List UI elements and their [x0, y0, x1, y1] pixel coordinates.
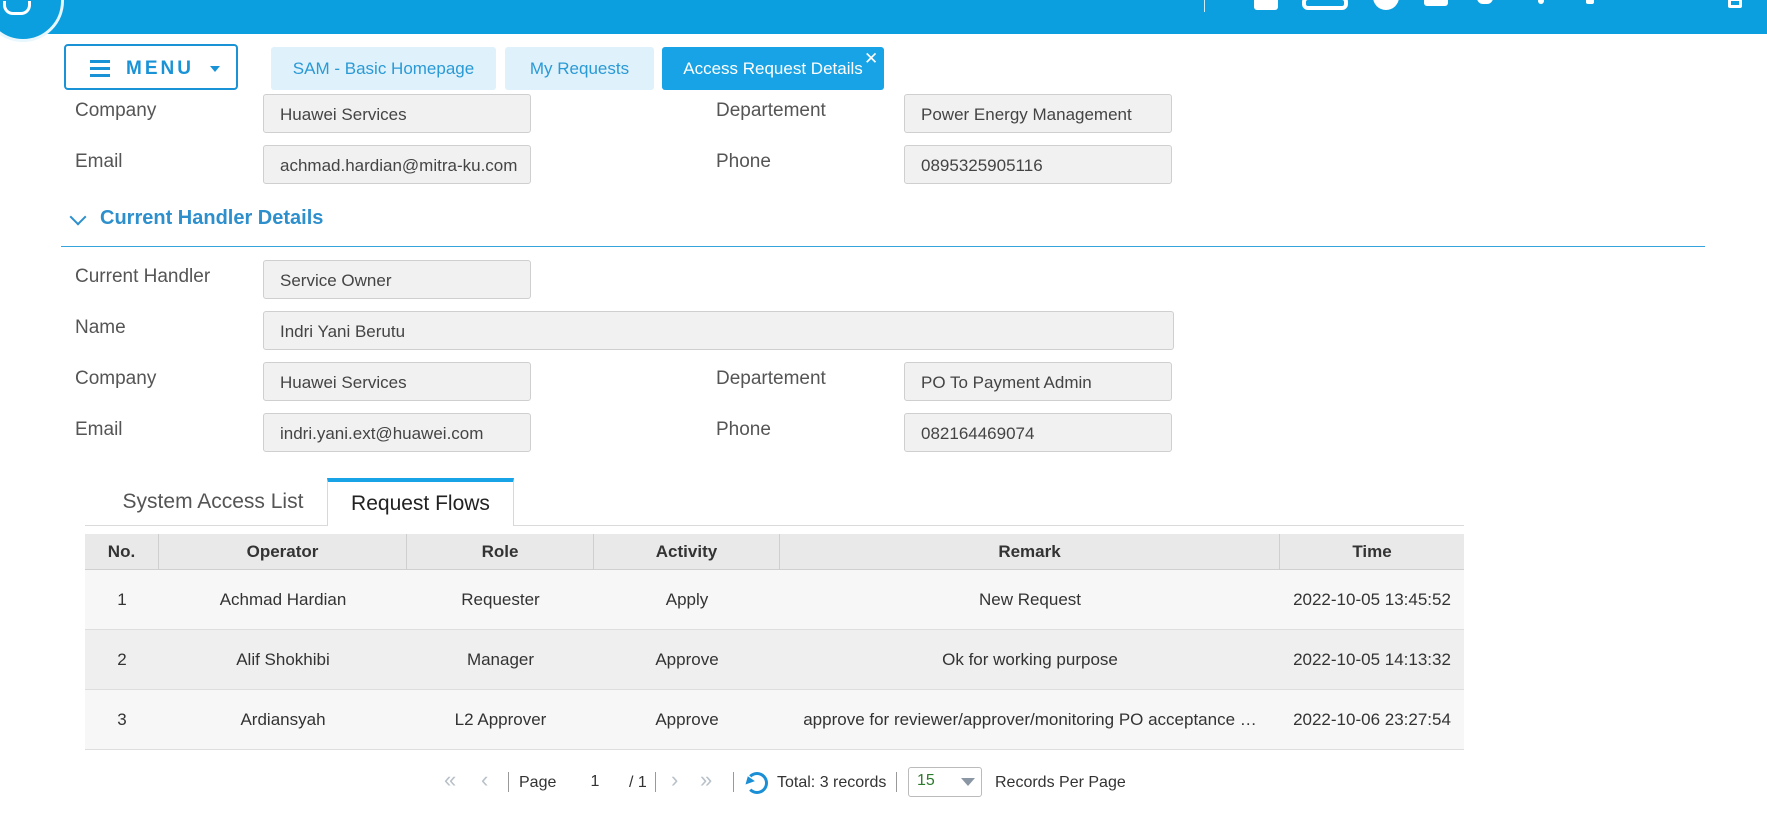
first-page-icon[interactable]: «	[444, 769, 456, 791]
tab-my-requests[interactable]: My Requests	[505, 47, 654, 90]
email-label: Email	[75, 151, 123, 172]
header-divider	[1204, 0, 1205, 12]
current-handler-label: Current Handler	[75, 266, 211, 287]
section-title-current-handler[interactable]: Current Handler Details	[100, 207, 323, 230]
records-per-page-value: 15	[917, 772, 935, 789]
total-pages: / 1	[629, 774, 647, 791]
cell-activity: Apply	[665, 590, 709, 609]
tab-access-request-details[interactable]: Access Request Details	[662, 47, 884, 90]
handler-company-label: Company	[75, 368, 157, 389]
column-header-activity[interactable]: Activity	[594, 534, 780, 570]
dropdown-arrow-icon	[961, 778, 975, 786]
handler-phone-field[interactable]: 082164469074	[904, 413, 1172, 452]
table-row[interactable]: 3 Ardiansyah L2 Approver Approve approve…	[85, 690, 1464, 750]
handler-phone-label: Phone	[716, 419, 771, 440]
logout-icon[interactable]	[1728, 0, 1742, 8]
cell-operator: Ardiansyah	[240, 710, 326, 729]
tab-label: Access Request Details	[683, 58, 863, 78]
chevron-down-icon[interactable]	[69, 208, 87, 226]
menu-label: MENU	[126, 58, 194, 79]
tab-request-flows[interactable]: Request Flows	[327, 478, 514, 526]
handler-department-field[interactable]: PO To Payment Admin	[904, 362, 1172, 401]
page-number-input[interactable]: 1	[575, 770, 615, 796]
cell-no: 1	[117, 590, 127, 609]
table-row[interactable]: 1 Achmad Hardian Requester Apply New Req…	[85, 570, 1464, 630]
section-divider	[61, 246, 1705, 247]
page-label: Page	[519, 774, 557, 791]
cell-time: 2022-10-06 23:27:54	[1293, 710, 1451, 729]
handler-company-field[interactable]: Huawei Services	[263, 362, 531, 401]
refresh-icon[interactable]	[746, 772, 768, 794]
close-icon[interactable]: ✕	[864, 49, 878, 69]
cell-activity: Approve	[655, 650, 719, 669]
cell-no: 3	[117, 710, 127, 729]
chevron-down-icon	[210, 66, 220, 72]
handler-department-label: Departement	[716, 368, 826, 389]
request-flows-table: No. Operator Role Activity Remark Time 1…	[85, 534, 1464, 750]
column-header-remark[interactable]: Remark	[780, 534, 1280, 570]
remark-text: Ok for working purpose	[942, 650, 1118, 669]
column-header-operator[interactable]: Operator	[159, 534, 407, 570]
last-page-icon[interactable]: »	[700, 769, 712, 791]
user-icon[interactable]	[1424, 0, 1448, 6]
next-page-icon[interactable]: ›	[671, 769, 678, 791]
table-row[interactable]: 2 Alif Shokhibi Manager Approve Ok for w…	[85, 630, 1464, 690]
cell-remark: New Request	[780, 570, 1280, 630]
tab-label: My Requests	[529, 58, 630, 78]
remark-text: New Request	[978, 590, 1082, 609]
phone-field[interactable]: 0895325905116	[904, 145, 1172, 184]
company-label: Company	[75, 100, 157, 121]
prev-page-icon[interactable]: ‹	[481, 769, 488, 791]
cell-time: 2022-10-05 13:45:52	[1293, 590, 1451, 609]
cell-role: L2 Approver	[454, 710, 547, 729]
cell-no: 2	[117, 650, 127, 669]
department-label: Departement	[716, 100, 826, 121]
cell-operator: Achmad Hardian	[219, 590, 347, 609]
cell-role: Manager	[466, 650, 535, 669]
chat-icon[interactable]	[1254, 0, 1278, 10]
cell-remark: approve for reviewer/approver/monitoring…	[780, 690, 1280, 750]
cell-operator: Alif Shokhibi	[236, 650, 330, 669]
phone-label: Phone	[716, 151, 771, 172]
name-field[interactable]: Indri Yani Berutu	[263, 311, 1174, 350]
column-header-role[interactable]: Role	[407, 534, 594, 570]
company-field[interactable]: Huawei Services	[263, 94, 531, 133]
remark-text: approve for reviewer/approver/monitoring…	[803, 710, 1257, 729]
records-per-page-select[interactable]: 15	[908, 767, 982, 797]
hamburger-icon	[90, 60, 110, 77]
handler-email-field[interactable]: indri.yani.ext@huawei.com	[263, 413, 531, 452]
pager-divider	[508, 772, 509, 792]
total-records: Total: 3 records	[777, 774, 887, 791]
column-header-no[interactable]: No.	[85, 534, 159, 570]
tab-sam-basic-homepage[interactable]: SAM - Basic Homepage	[271, 47, 496, 90]
table-header: No. Operator Role Activity Remark Time	[85, 534, 1464, 570]
tab-label: Request Flows	[351, 492, 490, 515]
pager-divider	[733, 772, 734, 792]
cell-time: 2022-10-05 14:13:32	[1293, 650, 1451, 669]
current-handler-field[interactable]: Service Owner	[263, 260, 531, 299]
email-field[interactable]: achmad.hardian@mitra-ku.com	[263, 145, 531, 184]
language-icon[interactable]	[1586, 0, 1594, 4]
column-header-time[interactable]: Time	[1280, 534, 1464, 570]
cell-remark: Ok for working purpose	[780, 630, 1280, 690]
logo-mark-icon	[3, 1, 31, 15]
cell-activity: Approve	[655, 710, 719, 729]
pager-divider	[896, 772, 897, 792]
tab-label: System Access List	[122, 490, 304, 513]
cell-role: Requester	[461, 590, 540, 609]
top-header-bar	[0, 0, 1767, 34]
handler-email-label: Email	[75, 419, 123, 440]
monitor-icon[interactable]	[1302, 0, 1348, 10]
app-logo[interactable]	[0, 0, 64, 42]
menu-button[interactable]: MENU	[64, 44, 238, 90]
records-per-page-label: Records Per Page	[995, 774, 1126, 791]
name-label: Name	[75, 317, 126, 338]
tab-label: SAM - Basic Homepage	[292, 58, 475, 78]
tab-system-access-list[interactable]: System Access List	[96, 478, 330, 526]
department-field[interactable]: Power Energy Management	[904, 94, 1172, 133]
tab-divider	[85, 525, 1464, 526]
pager-divider	[655, 772, 656, 792]
